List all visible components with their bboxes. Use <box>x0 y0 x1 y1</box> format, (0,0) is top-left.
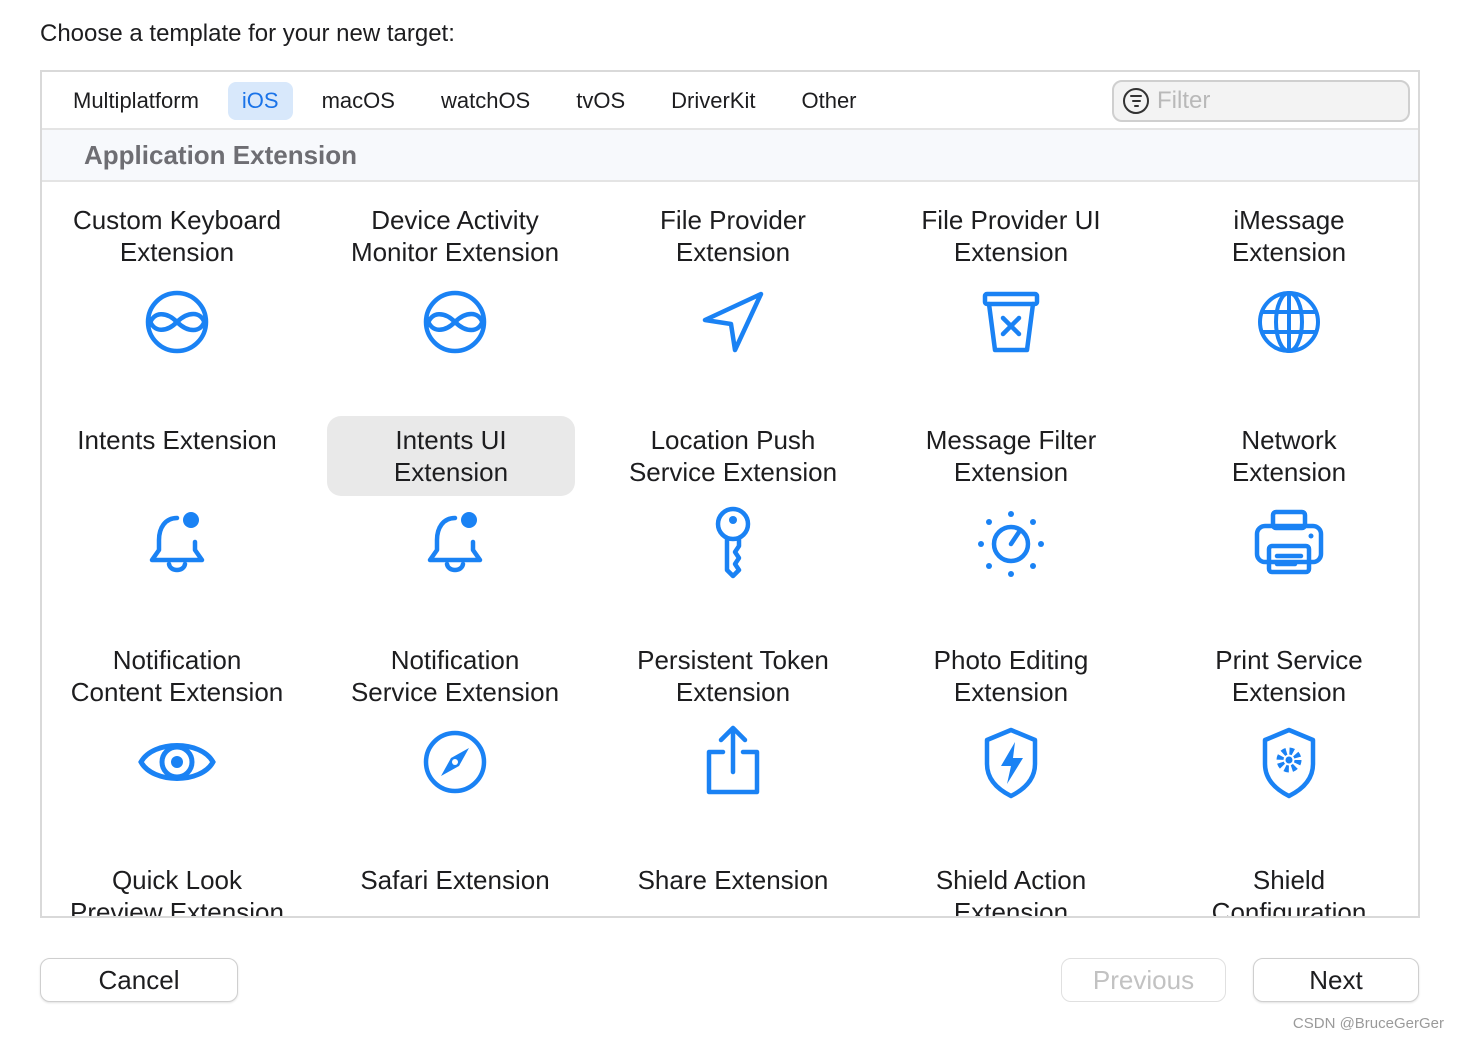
tab-multiplatform[interactable]: Multiplatform <box>56 82 216 120</box>
template-chooser-panel: Multiplatform iOS macOS watchOS tvOS DriverKi… <box>40 70 1420 918</box>
template-label: Notification Service Extension <box>350 645 560 707</box>
platform-tab-bar: Multiplatform iOS macOS watchOS tvOS DriverKi… <box>42 72 1418 130</box>
template-label: Share Extension <box>637 865 829 895</box>
template-label: File Provider Extension <box>660 205 806 267</box>
printer-icon <box>1249 502 1329 582</box>
section-header: Application Extension <box>42 130 1418 182</box>
template-label: Shield Configuration <box>1211 865 1367 918</box>
template-item[interactable]: Notification Service Extension <box>316 622 594 842</box>
eye-icon <box>137 722 217 802</box>
tab-watchos[interactable]: watchOS <box>424 82 547 120</box>
bell-badge-icon <box>415 502 495 582</box>
template-item[interactable]: Share Extension <box>594 842 872 916</box>
template-item[interactable]: Shield Action Extension <box>872 842 1150 918</box>
template-item[interactable]: File Provider Extension <box>594 182 872 402</box>
globe-icon <box>1249 282 1329 362</box>
filter-input[interactable] <box>1157 87 1397 115</box>
template-label: Print Service Extension <box>1215 645 1363 707</box>
template-label: Quick Look Preview Extension <box>70 865 284 918</box>
template-item[interactable]: Network Extension <box>1150 402 1418 622</box>
tab-ios[interactable]: iOS <box>227 82 293 120</box>
template-label: Photo Editing Extension <box>933 645 1089 707</box>
template-item[interactable]: Quick Look Preview Extension <box>42 842 316 918</box>
template-label: Intents Extension <box>77 425 277 455</box>
template-item[interactable]: Safari Extension <box>316 842 594 916</box>
watermark: CSDN @BruceGerGer <box>1292 1015 1444 1032</box>
template-label: Message Filter Extension <box>925 425 1097 487</box>
template-label: Network Extension <box>1231 425 1347 487</box>
template-label: Intents UI Extension <box>327 416 575 496</box>
bell-badge-icon <box>137 502 217 582</box>
template-item[interactable]: File Provider UI Extension <box>872 182 1150 402</box>
photo-editing-dial-icon <box>971 502 1051 582</box>
tab-other[interactable]: Other <box>784 82 873 120</box>
compass-icon <box>415 722 495 802</box>
filter-icon <box>1123 88 1149 114</box>
platform-tabs: Multiplatform iOS macOS watchOS tvOS DriverKi… <box>56 82 886 120</box>
intents-icon <box>415 282 495 362</box>
template-item[interactable]: Shield Configuration <box>1150 842 1418 918</box>
tray-xmark-icon <box>971 282 1051 362</box>
template-label: Device Activity Monitor Extension <box>350 205 560 267</box>
tab-macos[interactable]: macOS <box>305 82 412 120</box>
template-label: File Provider UI Extension <box>921 205 1101 267</box>
template-label: Safari Extension <box>360 865 550 895</box>
key-icon <box>693 502 773 582</box>
template-item[interactable]: Photo Editing Extension <box>872 622 1150 842</box>
template-item[interactable]: Persistent Token Extension <box>594 622 872 842</box>
template-label: Notification Content Extension <box>70 645 284 707</box>
tab-driverkit[interactable]: DriverKit <box>654 82 772 120</box>
template-item[interactable]: Intents UI Extension <box>316 402 594 622</box>
location-arrow-icon <box>693 282 773 362</box>
previous-button[interactable]: Previous <box>1061 958 1226 1002</box>
section-title: Application Extension <box>84 140 358 170</box>
template-item[interactable]: Print Service Extension <box>1150 622 1418 842</box>
dialog-prompt: Choose a template for your new target: <box>40 20 455 47</box>
template-label: Custom Keyboard Extension <box>72 205 282 267</box>
template-item[interactable]: Message Filter Extension <box>872 402 1150 622</box>
template-item[interactable]: Device Activity Monitor Extension <box>316 182 594 402</box>
template-item[interactable]: Intents Extension <box>42 402 316 622</box>
next-button[interactable]: Next <box>1253 958 1419 1002</box>
template-label: Shield Action Extension <box>935 865 1087 918</box>
cancel-button[interactable]: Cancel <box>40 958 238 1002</box>
intents-icon <box>137 282 217 362</box>
filter-field[interactable] <box>1112 80 1410 122</box>
shield-bolt-icon <box>971 722 1051 802</box>
tab-tvos[interactable]: tvOS <box>559 82 642 120</box>
template-item[interactable]: Location Push Service Extension <box>594 402 872 622</box>
template-label: Persistent Token Extension <box>637 645 829 707</box>
template-label: iMessage Extension <box>1231 205 1347 267</box>
template-item[interactable]: Notification Content Extension <box>42 622 316 842</box>
template-item[interactable]: Custom Keyboard Extension <box>42 182 316 402</box>
shield-gear-icon <box>1249 722 1329 802</box>
template-item[interactable]: iMessage Extension <box>1150 182 1418 402</box>
share-icon <box>693 722 773 802</box>
template-label: Location Push Service Extension <box>628 425 838 487</box>
